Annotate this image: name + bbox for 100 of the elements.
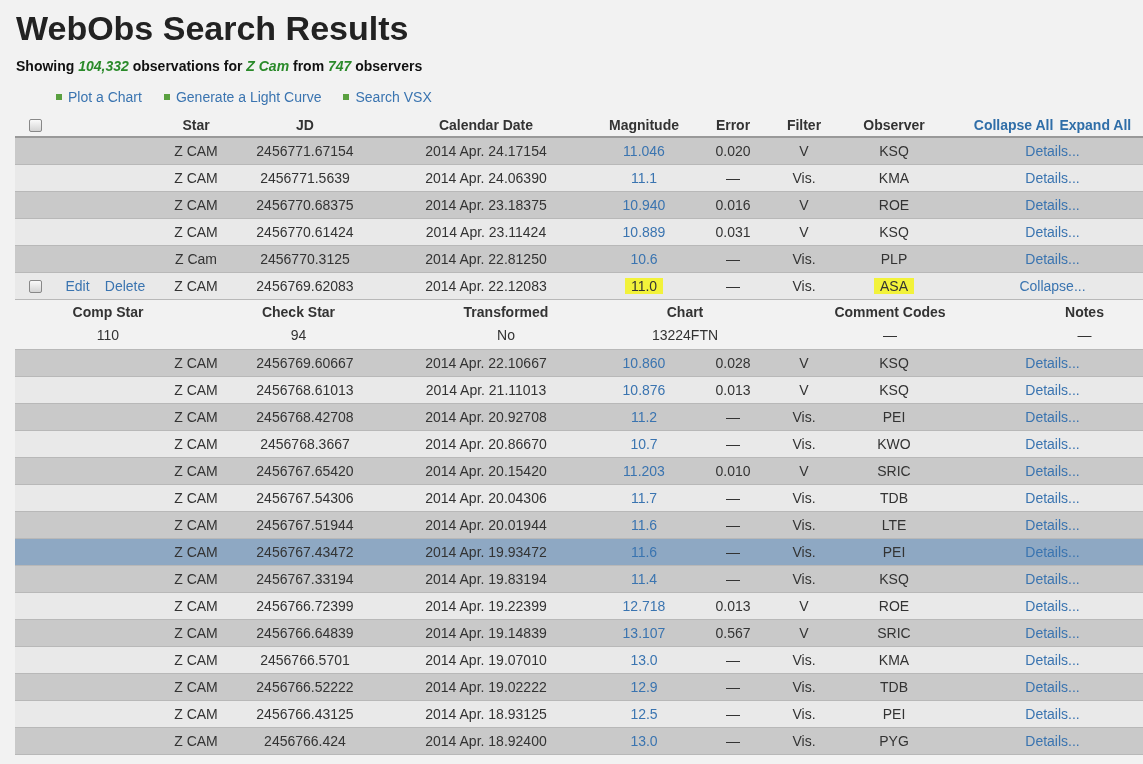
magnitude-link[interactable]: 11.4 (630, 571, 658, 587)
table-row[interactable]: Z CAM 2456771.5639 2014 Apr. 24.06390 11.1 — Vis. KMA Details... (15, 165, 1143, 192)
magnitude-link[interactable]: 11.046 (623, 143, 665, 159)
magnitude-link[interactable]: 11.1 (630, 170, 658, 186)
magnitude-link[interactable]: 12.718 (622, 598, 666, 614)
details-link[interactable]: Details... (1025, 382, 1080, 398)
table-row[interactable]: Z CAM 2456769.60667 2014 Apr. 22.10667 10.860 0.028 V KSQ Details... (15, 350, 1143, 377)
table-cell: 2456771.67154 (256, 143, 354, 159)
details-link[interactable]: Details... (1025, 463, 1080, 479)
magnitude-link[interactable]: 11.7 (630, 490, 658, 506)
magnitude-link[interactable]: 10.860 (622, 355, 666, 371)
select-all-checkbox[interactable] (28, 118, 42, 132)
column-header: Magnitude (608, 117, 680, 133)
table-cell: Z CAM (174, 625, 218, 641)
table-row[interactable]: Z CAM 2456767.51944 2014 Apr. 20.01944 11.6 — Vis. LTE Details... (15, 512, 1143, 539)
table-cell: Vis. (792, 409, 816, 425)
details-link[interactable]: Details... (1025, 733, 1080, 749)
header-link[interactable]: Collapse All (973, 117, 1054, 133)
details-link[interactable]: Details... (1025, 436, 1080, 452)
details-link[interactable]: Details... (1025, 143, 1080, 159)
table-cell: 2014 Apr. 19.22399 (425, 598, 547, 614)
magnitude-link[interactable]: 13.0 (630, 733, 658, 749)
table-cell: Z Cam (175, 251, 217, 267)
table-row[interactable]: Z CAM 2456766.424 2014 Apr. 18.92400 13.0 — Vis. PYG Details... (15, 728, 1143, 755)
table-row[interactable]: Z CAM 2456767.65420 2014 Apr. 20.15420 11.203 0.010 V SRIC Details... (15, 458, 1143, 485)
detail-value: 13224FTN (651, 327, 719, 343)
magnitude-link[interactable]: 12.5 (630, 706, 658, 722)
table-cell: Z CAM (174, 170, 218, 186)
details-link[interactable]: Details... (1025, 625, 1080, 641)
table-cell: — (726, 436, 740, 452)
table-cell: — (726, 278, 740, 294)
row-checkbox[interactable] (28, 279, 42, 293)
table-cell: 2014 Apr. 19.14839 (425, 625, 547, 641)
magnitude-link[interactable]: 11.203 (623, 463, 665, 479)
magnitude-link[interactable]: 13.0 (630, 652, 658, 668)
details-link[interactable]: Details... (1025, 517, 1080, 533)
details-link[interactable]: Details... (1025, 652, 1080, 668)
magnitude-link[interactable]: 10.7 (630, 436, 658, 452)
magnitude-link[interactable]: 13.107 (622, 625, 666, 641)
table-cell: KSQ (879, 355, 909, 371)
table-row[interactable]: Z CAM 2456766.64839 2014 Apr. 19.14839 13.107 0.567 V SRIC Details... (15, 620, 1143, 647)
details-link[interactable]: Details... (1025, 224, 1080, 240)
detail-value: 94 (290, 327, 307, 343)
delete-link[interactable]: Delete (104, 278, 146, 294)
table-row[interactable]: Z CAM 2456768.3667 2014 Apr. 20.86670 10.7 — Vis. KWO Details... (15, 431, 1143, 458)
table-cell: Z CAM (174, 517, 218, 533)
table-cell: 2456767.51944 (256, 517, 354, 533)
magnitude-link[interactable]: 10.940 (622, 197, 666, 213)
action-link[interactable]: Plot a Chart (68, 89, 142, 105)
action-link[interactable]: Search VSX (355, 89, 432, 105)
magnitude-link[interactable]: 11.6 (630, 517, 658, 533)
table-cell: Z CAM (174, 598, 218, 614)
table-cell: PLP (880, 251, 908, 267)
details-link[interactable]: Details... (1025, 409, 1080, 425)
magnitude-link[interactable]: 10.889 (622, 224, 666, 240)
details-link[interactable]: Details... (1025, 170, 1080, 186)
details-link[interactable]: Details... (1025, 706, 1080, 722)
table-row[interactable]: Z CAM 2456767.33194 2014 Apr. 19.83194 11.4 — Vis. KSQ Details... (15, 566, 1143, 593)
table-row[interactable]: Z CAM 2456768.61013 2014 Apr. 21.11013 10.876 0.013 V KSQ Details... (15, 377, 1143, 404)
table-cell: 0.567 (715, 625, 751, 641)
table-cell: Z CAM (174, 143, 218, 159)
table-row[interactable]: Edit Delete Z CAM 2456769.62083 2014 Apr. 22.12083 11.0 — Vis. ASA Collapse... (15, 273, 1143, 300)
table-cell: 2456769.60667 (256, 355, 354, 371)
magnitude-link[interactable]: 12.9 (630, 679, 658, 695)
table-cell: 2014 Apr. 20.04306 (425, 490, 547, 506)
table-cell: 2456767.33194 (256, 571, 354, 587)
detail-header: Transformed (463, 304, 549, 320)
details-link[interactable]: Details... (1025, 251, 1080, 267)
table-cell: 2456766.43125 (256, 706, 354, 722)
table-cell: KMA (878, 652, 910, 668)
table-row[interactable]: Z CAM 2456770.61424 2014 Apr. 23.11424 10.889 0.031 V KSQ Details... (15, 219, 1143, 246)
details-link[interactable]: Details... (1025, 598, 1080, 614)
magnitude-link[interactable]: 11.2 (630, 409, 658, 425)
action-link[interactable]: Generate a Light Curve (175, 89, 322, 105)
table-cell: 2014 Apr. 23.18375 (425, 197, 547, 213)
details-link[interactable]: Details... (1025, 490, 1080, 506)
table-row[interactable]: Z CAM 2456766.72399 2014 Apr. 19.22399 12.718 0.013 V ROE Details... (15, 593, 1143, 620)
table-row[interactable]: Z CAM 2456770.68375 2014 Apr. 23.18375 10.940 0.016 V ROE Details... (15, 192, 1143, 219)
page-title: WebObs Search Results (15, 8, 410, 48)
details-link[interactable]: Details... (1025, 355, 1080, 371)
table-row[interactable]: Z CAM 2456766.43125 2014 Apr. 18.93125 12.5 — Vis. PEI Details... (15, 701, 1143, 728)
header-link[interactable]: Expand All (1059, 117, 1132, 133)
table-row[interactable]: Z Cam 2456770.3125 2014 Apr. 22.81250 10.6 — Vis. PLP Details... (15, 246, 1143, 273)
details-link[interactable]: Details... (1025, 197, 1080, 213)
table-cell: TDB (880, 490, 908, 506)
table-row[interactable]: Z CAM 2456771.67154 2014 Apr. 24.17154 11.046 0.020 V KSQ Details... (15, 138, 1143, 165)
details-link[interactable]: Collapse... (1019, 278, 1086, 294)
table-row[interactable]: Z CAM 2456766.52222 2014 Apr. 19.02222 12.9 — Vis. TDB Details... (15, 674, 1143, 701)
magnitude-link[interactable]: 10.6 (630, 251, 658, 267)
details-link[interactable]: Details... (1025, 571, 1080, 587)
details-link[interactable]: Details... (1025, 679, 1080, 695)
magnitude-link[interactable]: 11.0 (624, 278, 664, 294)
table-cell: — (726, 679, 740, 695)
table-row[interactable]: Z CAM 2456766.5701 2014 Apr. 19.07010 13.0 — Vis. KMA Details... (15, 647, 1143, 674)
column-header: Observer (862, 117, 926, 133)
table-cell: Z CAM (174, 463, 218, 479)
edit-link[interactable]: Edit (65, 278, 90, 294)
table-row[interactable]: Z CAM 2456767.54306 2014 Apr. 20.04306 11.7 — Vis. TDB Details... (15, 485, 1143, 512)
table-row[interactable]: Z CAM 2456768.42708 2014 Apr. 20.92708 11.2 — Vis. PEI Details... (15, 404, 1143, 431)
magnitude-link[interactable]: 10.876 (622, 382, 666, 398)
